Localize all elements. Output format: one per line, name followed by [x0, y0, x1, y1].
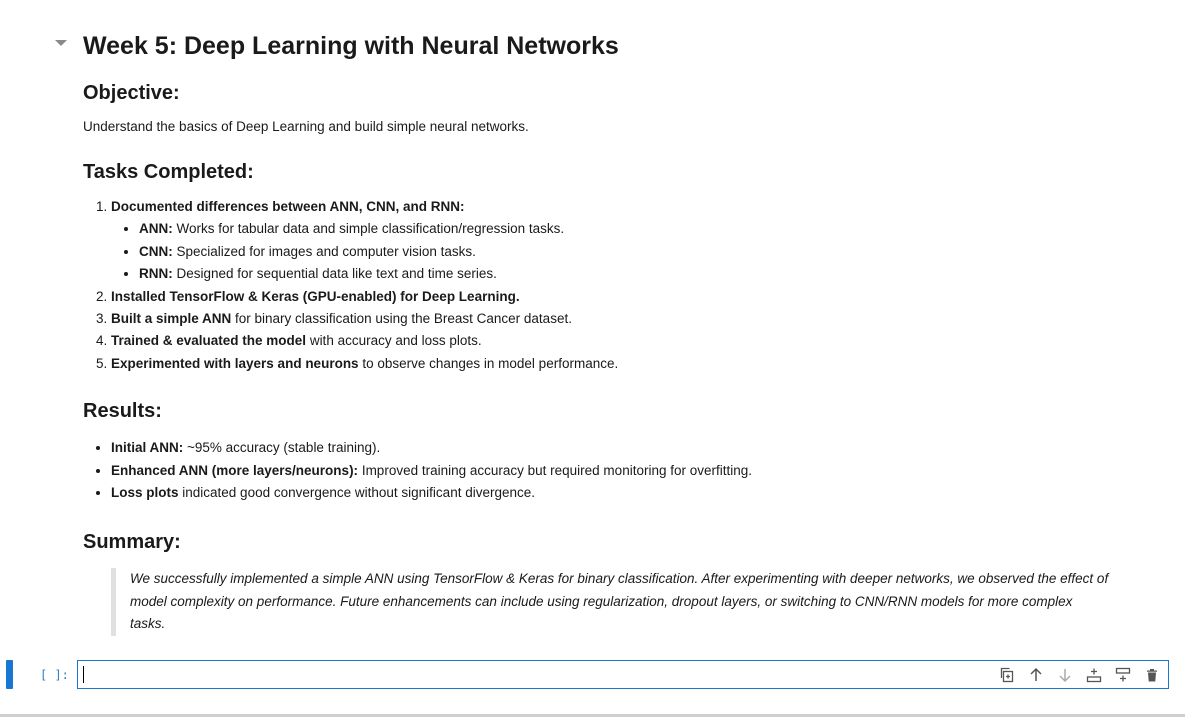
task-item-bold: Installed TensorFlow & Keras (GPU-enable… — [111, 288, 520, 304]
execution-prompt: [ ]: — [40, 668, 69, 682]
task-item-bold: Experimented with layers and neurons — [111, 355, 359, 371]
page-title: Week 5: Deep Learning with Neural Networ… — [83, 32, 619, 60]
result-item-bold: Loss plots — [111, 485, 179, 501]
insert-below-icon[interactable] — [1113, 665, 1133, 685]
markdown-cell[interactable]: Week 5: Deep Learning with Neural Networ… — [83, 30, 1163, 636]
summary-heading: Summary: — [83, 531, 181, 554]
subitem-rnn: RNN: Designed for sequential data like t… — [139, 263, 1163, 285]
task-item-bold: Trained & evaluated the model — [111, 333, 307, 349]
subitem-cnn: CNN: Specialized for images and computer… — [139, 241, 1163, 263]
summary-quote: We successfully implemented a simple ANN… — [111, 568, 1111, 636]
move-up-icon[interactable] — [1026, 665, 1046, 685]
move-down-icon[interactable] — [1055, 665, 1075, 685]
task-item: Built a simple ANN for binary classifica… — [111, 308, 1163, 330]
result-item-text: ~95% accuracy (stable training). — [183, 440, 381, 456]
tasks-list: Documented differences between ANN, CNN,… — [83, 196, 1163, 375]
active-cell-indicator — [6, 660, 13, 689]
subitem-bold: CNN: — [139, 243, 173, 259]
subitem-text: Works for tabular data and simple classi… — [172, 221, 565, 237]
result-item-bold: Initial ANN: — [111, 440, 184, 456]
result-item-text: Improved training accuracy but required … — [358, 462, 753, 478]
task-item-text: for binary classification using the Brea… — [231, 311, 572, 327]
result-item-bold: Enhanced ANN (more layers/neurons): — [111, 462, 359, 478]
collapse-heading-icon[interactable] — [55, 40, 67, 46]
result-item: Initial ANN: ~95% accuracy (stable train… — [111, 437, 1163, 460]
subitem-ann: ANN: Works for tabular data and simple c… — [139, 218, 1163, 240]
task-item-text: with accuracy and loss plots. — [306, 333, 482, 349]
code-cell-editor[interactable] — [77, 660, 1169, 689]
subitem-text: Designed for sequential data like text a… — [172, 266, 497, 282]
task-item-text: to observe changes in model performance. — [358, 355, 619, 371]
text-cursor — [83, 666, 84, 683]
objective-heading: Objective: — [83, 82, 180, 104]
results-list: Initial ANN: ~95% accuracy (stable train… — [83, 437, 1163, 505]
insert-above-icon[interactable] — [1084, 665, 1104, 685]
task-item: Documented differences between ANN, CNN,… — [111, 196, 1163, 286]
duplicate-icon[interactable] — [997, 665, 1017, 685]
tasks-heading: Tasks Completed: — [83, 161, 254, 183]
network-types-list: ANN: Works for tabular data and simple c… — [111, 218, 1163, 285]
results-heading: Results: — [83, 400, 162, 423]
subitem-text: Specialized for images and computer visi… — [172, 243, 476, 259]
objective-text: Understand the basics of Deep Learning a… — [83, 119, 529, 134]
task-item-bold: Built a simple ANN — [111, 311, 232, 327]
task-item: Experimented with layers and neurons to … — [111, 353, 1163, 375]
task-item-bold: Documented differences between ANN, CNN,… — [111, 199, 465, 214]
delete-icon[interactable] — [1142, 665, 1162, 685]
result-item: Enhanced ANN (more layers/neurons): Impr… — [111, 460, 1163, 483]
subitem-bold: ANN: — [139, 221, 173, 237]
task-item: Installed TensorFlow & Keras (GPU-enable… — [111, 286, 1163, 308]
subitem-bold: RNN: — [139, 266, 173, 282]
result-item: Loss plots indicated good convergence wi… — [111, 482, 1163, 505]
cell-toolbar — [997, 665, 1162, 685]
result-item-text: indicated good convergence without signi… — [178, 485, 535, 501]
task-item: Trained & evaluated the model with accur… — [111, 330, 1163, 352]
